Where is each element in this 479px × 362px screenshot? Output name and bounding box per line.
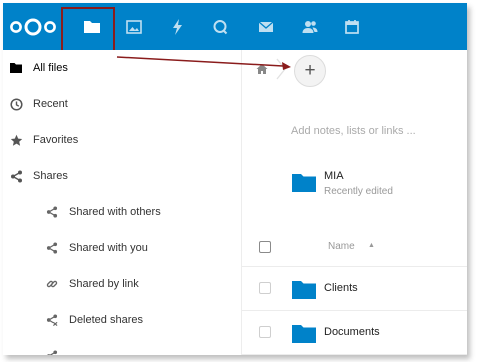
nav-label: Favorites	[33, 134, 79, 146]
row-checkbox[interactable]	[259, 326, 271, 338]
nav-label: Deleted shares	[69, 314, 143, 326]
rich-workspace-placeholder[interactable]: Add notes, lists or links ...	[291, 125, 416, 137]
nav-all-files[interactable]: All files	[3, 50, 241, 86]
folder-icon	[9, 61, 23, 75]
contacts-app-button[interactable]	[291, 3, 329, 50]
file-list-header: Name ▲	[242, 230, 467, 267]
nextcloud-logo[interactable]	[9, 18, 57, 36]
search-chat-icon	[213, 19, 228, 34]
row-checkbox[interactable]	[259, 282, 271, 294]
nav-more-cutoff[interactable]	[3, 338, 241, 355]
new-file-button[interactable]: +	[294, 55, 326, 87]
mail-icon	[258, 21, 274, 32]
nav-deleted-shares[interactable]: Deleted shares	[3, 302, 241, 338]
nav-label: Recent	[33, 98, 68, 110]
share-icon	[45, 349, 59, 355]
nav-favorites[interactable]: Favorites	[3, 122, 241, 158]
mail-app-button[interactable]	[247, 3, 285, 50]
share-icon	[45, 241, 59, 255]
file-row[interactable]: Documents	[242, 311, 467, 355]
recent-item-subtitle: Recently edited	[324, 186, 393, 197]
breadcrumb-separator-icon	[276, 58, 286, 80]
clock-icon	[9, 97, 23, 111]
nextcloud-window: All files Recent Favorites Shares Shared…	[3, 3, 467, 355]
contacts-icon	[302, 20, 318, 33]
star-icon	[9, 133, 23, 147]
nav-recent[interactable]: Recent	[3, 86, 241, 122]
deleted-share-icon	[45, 313, 59, 327]
link-icon	[45, 277, 59, 291]
talk-app-button[interactable]	[201, 3, 239, 50]
nav-shared-with-you[interactable]: Shared with you	[3, 230, 241, 266]
files-content: + Add notes, lists or links ... MIA Rece…	[242, 50, 467, 355]
select-all-checkbox[interactable]	[259, 241, 271, 253]
share-icon	[9, 169, 23, 183]
nav-label: Shared with you	[69, 242, 148, 254]
name-column-header[interactable]: Name	[328, 241, 355, 252]
gallery-app-button[interactable]	[115, 3, 153, 50]
file-name[interactable]: Clients	[324, 282, 358, 294]
nav-shared-by-link[interactable]: Shared by link	[3, 266, 241, 302]
calendar-icon	[345, 19, 359, 34]
lightning-icon	[173, 18, 182, 35]
nav-label: Shared with others	[69, 206, 161, 218]
image-icon	[126, 19, 142, 34]
share-icon	[45, 205, 59, 219]
home-icon[interactable]	[256, 63, 268, 75]
calendar-app-button[interactable]	[333, 3, 371, 50]
file-name[interactable]: Documents	[324, 326, 380, 338]
folder-icon	[292, 174, 316, 192]
nav-label: All files	[33, 62, 68, 74]
navigation-sidebar: All files Recent Favorites Shares Shared…	[3, 50, 242, 355]
nav-shared-with-others[interactable]: Shared with others	[3, 194, 241, 230]
folder-icon	[292, 325, 316, 343]
recent-item-name[interactable]: MIA	[324, 170, 344, 182]
activity-app-button[interactable]	[159, 3, 197, 50]
nav-label: Shares	[33, 170, 68, 182]
sort-ascending-icon[interactable]: ▲	[368, 242, 375, 249]
folder-icon	[292, 281, 316, 299]
nav-shares[interactable]: Shares	[3, 158, 241, 194]
file-row[interactable]: Clients	[242, 267, 467, 311]
nav-label: Shared by link	[69, 278, 139, 290]
